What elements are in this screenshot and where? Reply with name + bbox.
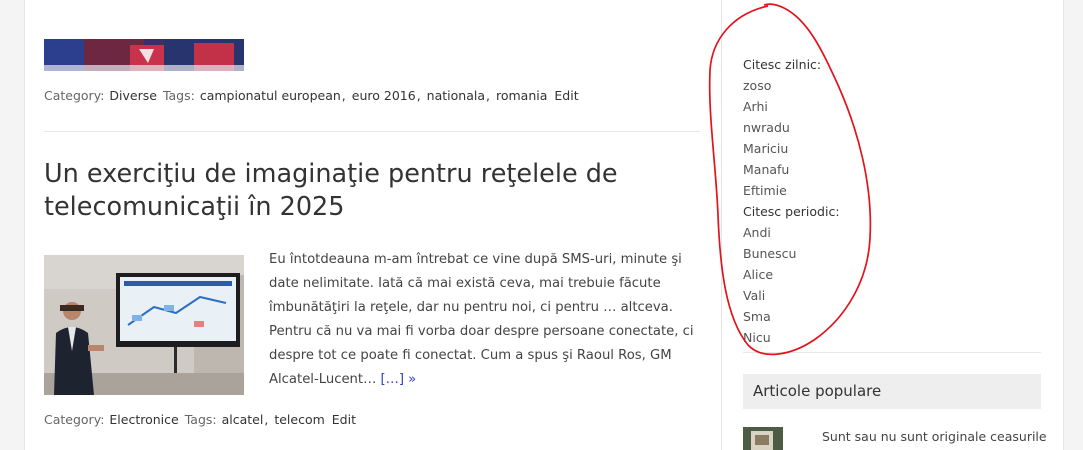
tag-link[interactable]: campionatul european — [200, 88, 341, 103]
blogroll-link[interactable]: Bunescu — [743, 243, 840, 264]
daily-heading: Citesc zilnic: — [743, 57, 822, 72]
tag-link[interactable]: nationala — [427, 88, 485, 103]
post-title[interactable]: Un exerciţiu de imaginaţie pentru reţele… — [44, 158, 684, 224]
popular-article-thumbnail[interactable] — [743, 427, 783, 450]
blogroll-link[interactable]: Vali — [743, 285, 840, 306]
blogroll-link[interactable]: Eftimie — [743, 180, 840, 201]
blogroll-link[interactable]: Nicu — [743, 327, 840, 348]
edit-link[interactable]: Edit — [554, 88, 578, 103]
read-more-link[interactable]: […] » — [380, 372, 416, 387]
category-link[interactable]: Electronice — [109, 412, 178, 427]
periodic-heading: Citesc periodic: — [743, 204, 840, 219]
post-meta: Category: Electronice Tags: alcatel, tel… — [44, 412, 356, 427]
blogroll-link[interactable]: Alice — [743, 264, 840, 285]
blogroll-link[interactable]: Manafu — [743, 159, 840, 180]
tag-link[interactable]: romania — [496, 88, 547, 103]
edit-link[interactable]: Edit — [332, 412, 356, 427]
category-label: Category: — [44, 88, 105, 103]
tags-label: Tags: — [184, 412, 217, 427]
blogroll-link[interactable]: nwradu — [743, 117, 840, 138]
popular-articles-header: Articole populare — [743, 374, 1041, 409]
blogroll-link[interactable]: Sma — [743, 306, 840, 327]
blogroll-widget: Citesc zilnic: zoso Arhi nwradu Mariciu … — [743, 54, 840, 348]
previous-post-meta: Category: Diverse Tags: campionatul euro… — [44, 88, 579, 103]
category-label: Category: — [44, 412, 105, 427]
post-excerpt: Eu întotdeauna m-am întrebat ce vine dup… — [269, 248, 701, 392]
post-divider — [44, 131, 700, 132]
blogroll-link[interactable]: Mariciu — [743, 138, 840, 159]
popular-article-link[interactable]: Sunt sau nu sunt originale ceasurile — [822, 429, 1047, 444]
tag-link[interactable]: euro 2016 — [352, 88, 416, 103]
blogroll-link[interactable]: zoso — [743, 75, 840, 96]
post-thumbnail[interactable] — [44, 255, 244, 395]
tags-label: Tags: — [162, 88, 195, 103]
category-link[interactable]: Diverse — [109, 88, 157, 103]
excerpt-text: Eu întotdeauna m-am întrebat ce vine dup… — [269, 252, 694, 387]
previous-post-thumbnail[interactable] — [44, 39, 244, 71]
blogroll-link[interactable]: Arhi — [743, 96, 840, 117]
tag-link[interactable]: telecom — [274, 412, 324, 427]
sidebar-divider — [743, 352, 1041, 353]
blogroll-link[interactable]: Andi — [743, 222, 840, 243]
tag-link[interactable]: alcatel — [222, 412, 264, 427]
